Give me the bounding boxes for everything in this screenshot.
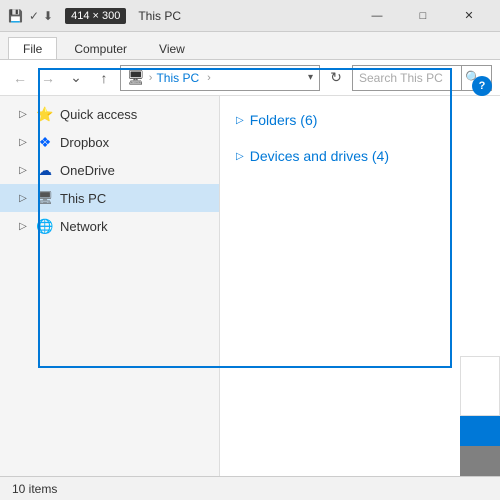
tab-file[interactable]: File [8,37,57,59]
quick-access-icon: ⭐ [36,105,54,123]
dropbox-icon: ❖ [36,133,54,151]
search-box[interactable]: Search This PC 🔍 [352,65,492,91]
help-button[interactable]: ? [472,76,492,96]
title-bar-left: 💾 ✓ ⬇ 414 × 300 This PC [8,8,181,24]
back-button[interactable]: ← [8,66,32,90]
onedrive-label: OneDrive [60,163,115,178]
content-area: ▷ ⭐ Quick access ▷ ❖ Dropbox ▷ ☁ OneDriv… [0,96,500,476]
maximize-button[interactable]: □ [400,0,446,32]
up-button[interactable]: ↑ [92,66,116,90]
expand-network-icon: ▷ [16,221,30,232]
path-separator-2: › [207,72,211,84]
onedrive-icon: ☁ [36,161,54,179]
sidebar-item-dropbox[interactable]: ▷ ❖ Dropbox [0,128,219,156]
panel-gray [460,446,500,476]
sidebar-item-quick-access[interactable]: ▷ ⭐ Quick access [0,100,219,128]
search-label: Search This PC [359,71,457,85]
minimize-button[interactable]: — [354,0,400,32]
quick-access-label: Quick access [60,107,137,122]
tab-computer[interactable]: Computer [59,37,142,59]
dropbox-label: Dropbox [60,135,109,150]
address-path[interactable]: 🖥 › This PC › ▾ [120,65,320,91]
network-label: Network [60,219,108,234]
window-title: This PC [138,9,181,23]
title-controls: — □ ✕ [354,0,492,32]
close-button[interactable]: ✕ [446,0,492,32]
expand-onedrive-icon: ▷ [16,165,30,176]
panel-white [460,356,500,416]
explorer-window: 💾 ✓ ⬇ 414 × 300 This PC — □ ✕ File Compu… [0,0,500,500]
status-bar: 10 items [0,476,500,500]
this-pc-icon: 🖥 [36,189,54,207]
sidebar-item-onedrive[interactable]: ▷ ☁ OneDrive [0,156,219,184]
drives-section-title: Devices and drives (4) [250,148,389,164]
folders-section-title: Folders (6) [250,112,318,128]
drives-section: ▷ Devices and drives (4) [236,148,484,164]
expand-button[interactable]: ⌄ [64,66,88,90]
main-pane: ▷ Folders (6) ▷ Devices and drives (4) [220,96,500,476]
panel-blue [460,416,500,446]
tab-view[interactable]: View [144,37,200,59]
sidebar: ▷ ⭐ Quick access ▷ ❖ Dropbox ▷ ☁ OneDriv… [0,96,220,476]
dimension-badge: 414 × 300 [65,8,126,24]
title-bar: 💾 ✓ ⬇ 414 × 300 This PC — □ ✕ [0,0,500,32]
folders-expand-icon: ▷ [236,115,244,126]
path-label: This PC [156,71,199,85]
expand-quick-access-icon: ▷ [16,109,30,120]
path-icon: 🖥 [127,69,145,86]
item-count: 10 items [12,482,57,496]
forward-button[interactable]: → [36,66,60,90]
folders-section-header[interactable]: ▷ Folders (6) [236,112,484,128]
bottom-panels [460,356,500,476]
folders-section: ▷ Folders (6) [236,112,484,128]
this-pc-label: This PC [60,191,106,206]
network-icon: 🌐 [36,217,54,235]
sidebar-item-this-pc[interactable]: ▷ 🖥 This PC [0,184,219,212]
drives-section-header[interactable]: ▷ Devices and drives (4) [236,148,484,164]
expand-this-pc-icon: ▷ [16,193,30,204]
expand-dropbox-icon: ▷ [16,137,30,148]
ribbon-tabs: File Computer View [0,32,500,60]
address-bar: ← → ⌄ ↑ 🖥 › This PC › ▾ ↻ Search This PC… [0,60,500,96]
refresh-button[interactable]: ↻ [324,66,348,90]
sidebar-item-network[interactable]: ▷ 🌐 Network [0,212,219,240]
drives-expand-icon: ▷ [236,151,244,162]
path-separator: › [149,72,153,84]
address-dropdown-arrow[interactable]: ▾ [308,72,313,83]
